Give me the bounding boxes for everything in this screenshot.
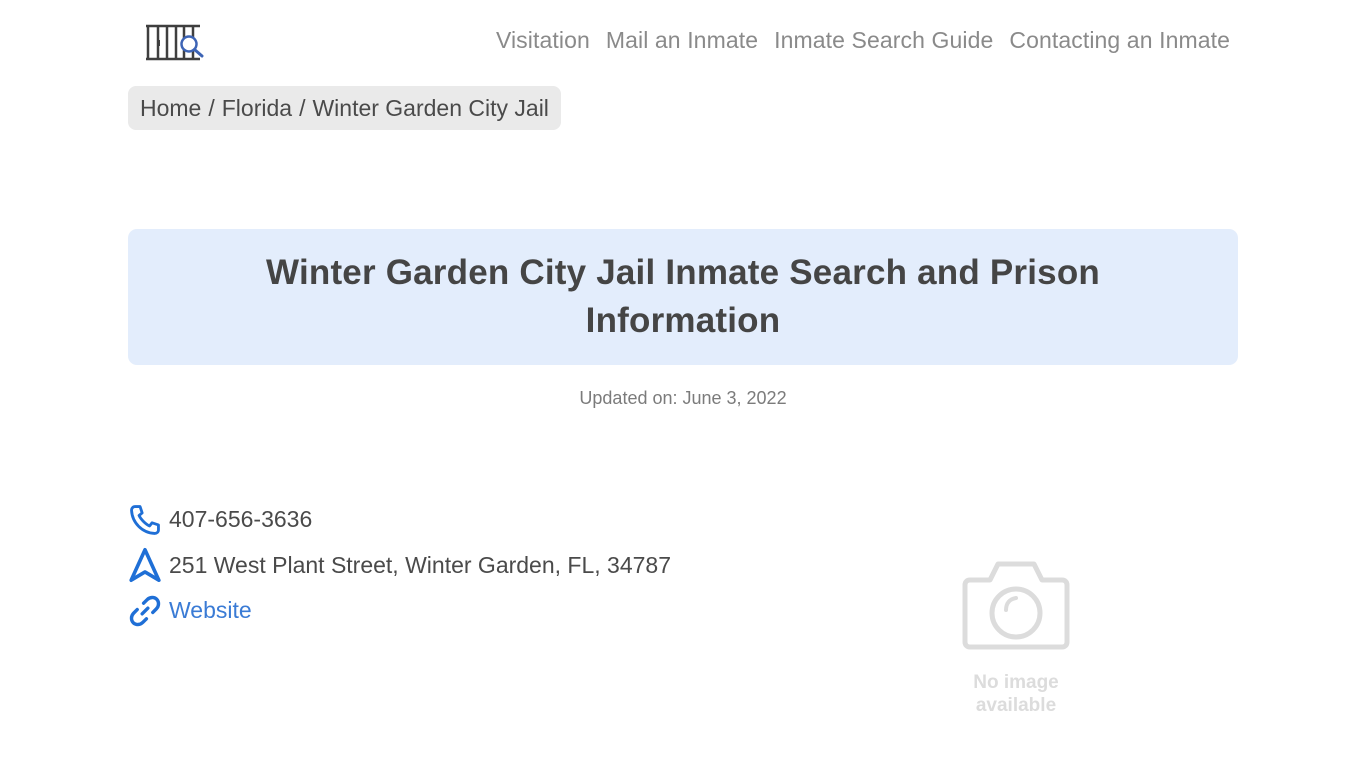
jail-bars-search-icon [146, 24, 204, 61]
no-image-placeholder: No image available [960, 558, 1072, 717]
phone-number: 407-656-3636 [169, 506, 313, 533]
breadcrumb-separator: / [299, 94, 306, 121]
page-title: Winter Garden City Jail Inmate Search an… [266, 253, 1100, 340]
link-icon [128, 593, 162, 629]
breadcrumb-home[interactable]: Home [140, 95, 201, 122]
no-image-line1: No image [973, 672, 1059, 693]
phone-row: 407-656-3636 [128, 497, 671, 543]
nav-mail-an-inmate[interactable]: Mail an Inmate [606, 27, 758, 54]
breadcrumb-florida[interactable]: Florida [222, 95, 292, 122]
phone-icon [128, 502, 162, 538]
breadcrumb-separator: / [208, 94, 215, 121]
website-row: Website [128, 588, 671, 634]
site-logo[interactable] [144, 22, 208, 64]
title-banner: Winter Garden City Jail Inmate Search an… [128, 229, 1238, 365]
nav-inmate-search-guide[interactable]: Inmate Search Guide [774, 27, 993, 54]
nav-contacting-an-inmate[interactable]: Contacting an Inmate [1009, 27, 1230, 54]
website-link[interactable]: Website [169, 597, 252, 624]
camera-icon [962, 561, 1070, 650]
contact-info: 407-656-3636 251 West Plant Street, Wint… [128, 497, 671, 634]
breadcrumb: Home / Florida / Winter Garden City Jail [128, 86, 561, 130]
breadcrumb-current: Winter Garden City Jail [312, 94, 549, 121]
updated-date: Updated on: June 3, 2022 [579, 388, 787, 408]
address-row: 251 West Plant Street, Winter Garden, FL… [128, 543, 671, 589]
nav-visitation[interactable]: Visitation [496, 27, 590, 54]
no-image-line2: available [975, 695, 1057, 716]
main-nav: Visitation Mail an Inmate Inmate Search … [496, 27, 1230, 54]
navigation-arrow-icon [128, 547, 162, 583]
address: 251 West Plant Street, Winter Garden, FL… [169, 551, 672, 578]
no-image-caption: No image available [960, 671, 1072, 717]
